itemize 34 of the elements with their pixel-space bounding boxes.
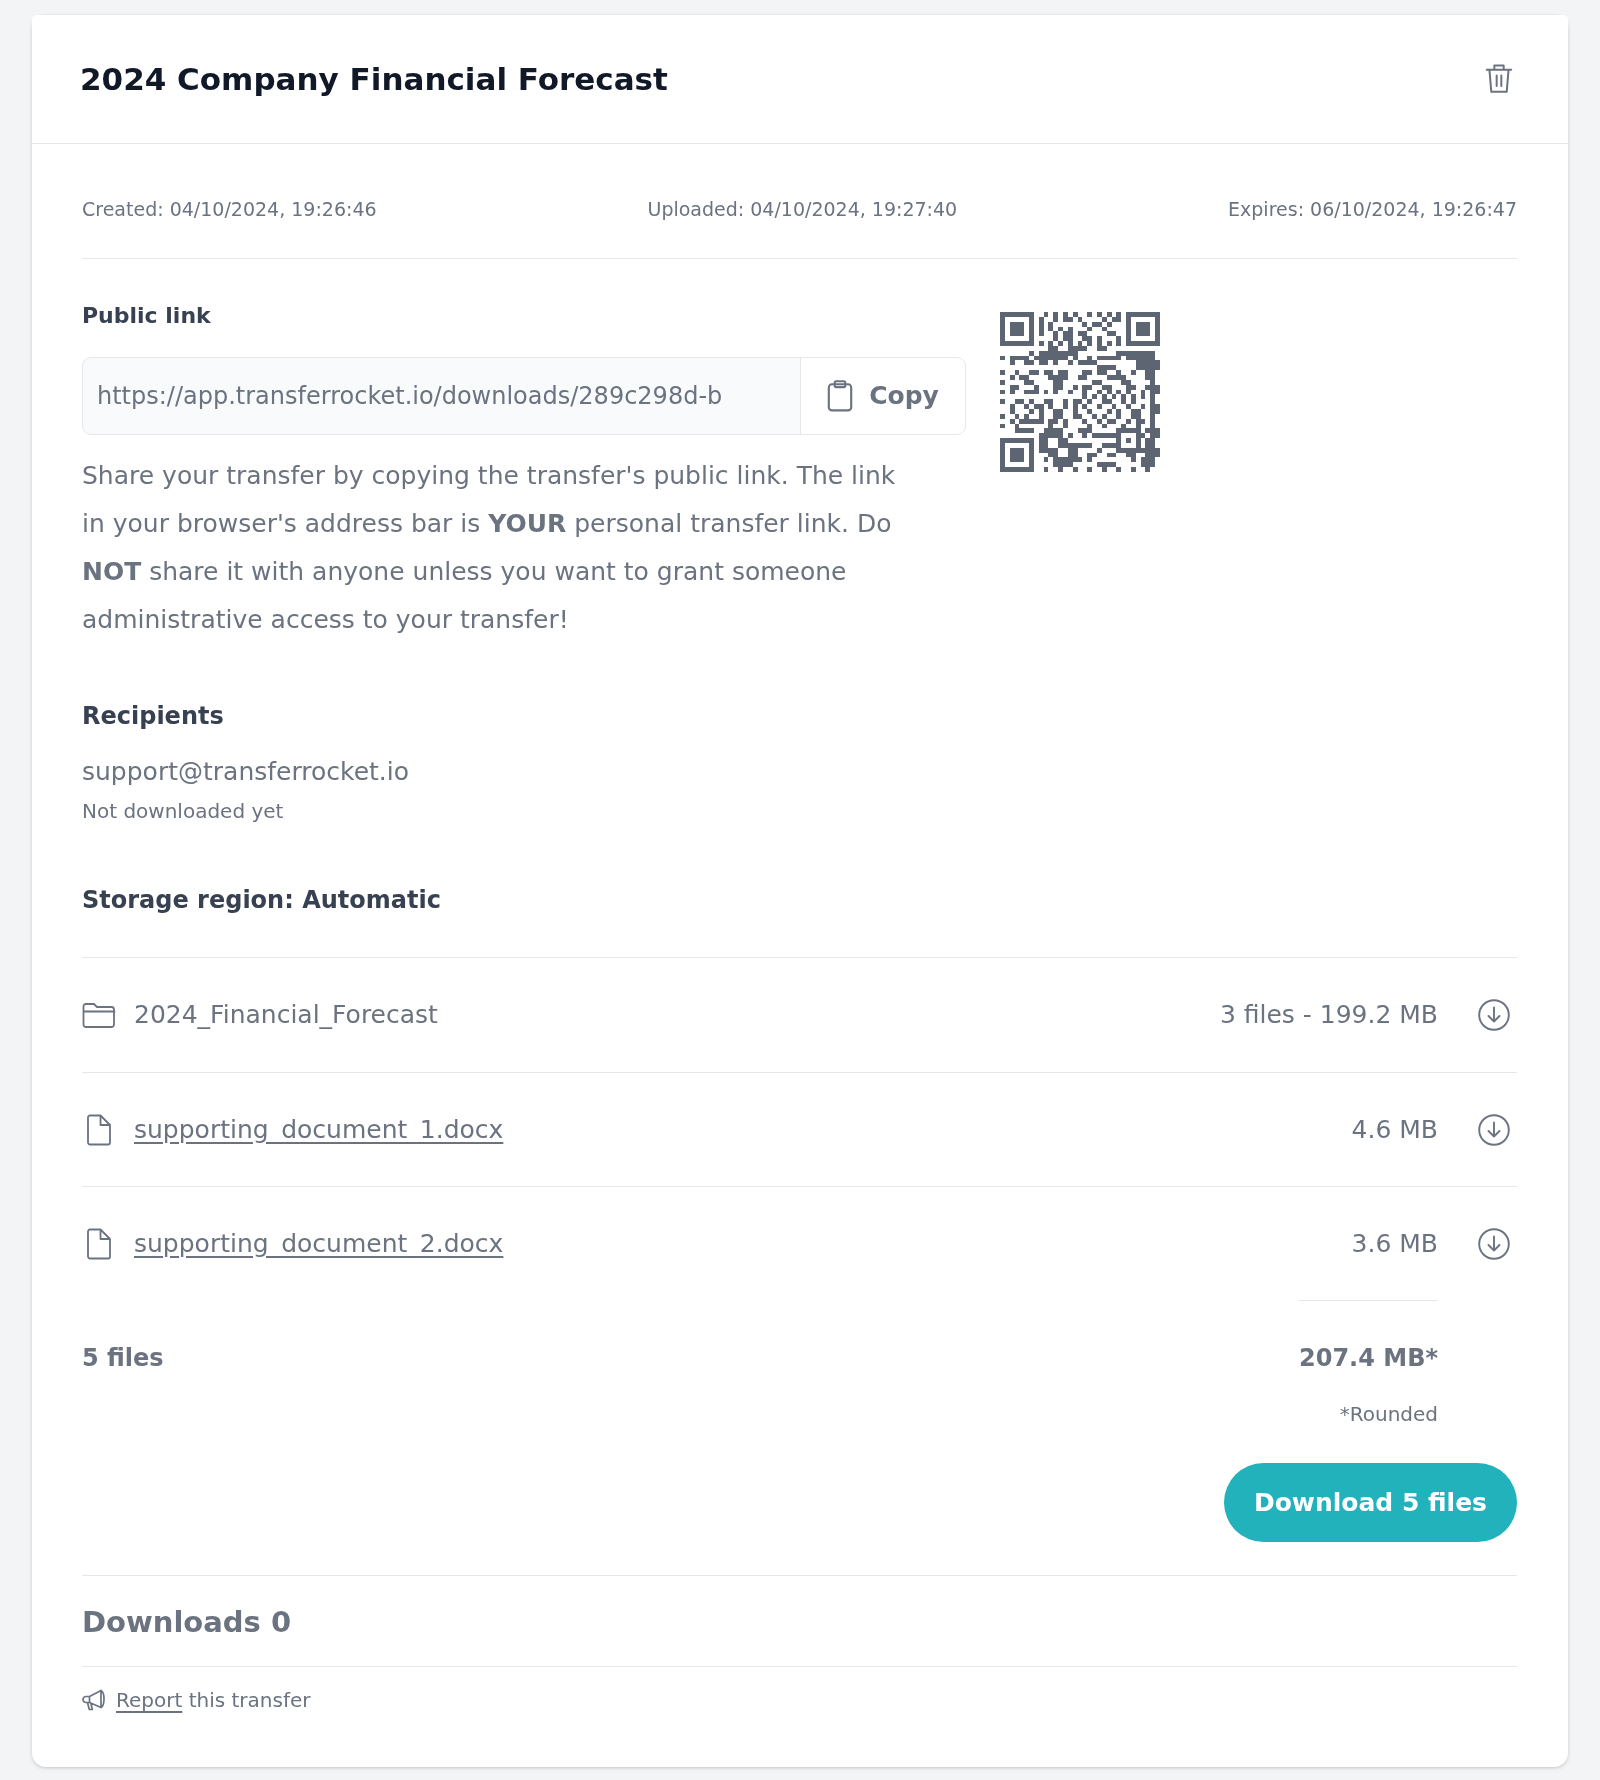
total-file-count: 5 files [82, 1343, 164, 1374]
timestamp-text: Created: 04/10/2024, 19:26:46 [82, 197, 377, 222]
download-icon[interactable] [1478, 1227, 1510, 1260]
file-link[interactable]: supporting_document_1.docx [134, 1110, 504, 1149]
report-link[interactable]: Report [116, 1688, 183, 1712]
download-icon[interactable] [1478, 999, 1510, 1031]
file-size: 3 files - 199.2 MB [1219, 999, 1438, 1032]
share-note: Share your transfer by copying the transfer's public link. The link in your browser's address bar is YOUR personal transfer link. Do NOT share it with anyone unless you want to grant someone administrative access to your transfer! [82, 460, 897, 636]
report-text: Report this transfer [116, 1687, 311, 1714]
file-icon [86, 1227, 112, 1260]
rounded-note: *Rounded [1338, 1401, 1438, 1428]
total-size: 207.4 MB* [1299, 1343, 1438, 1374]
timestamp-text: Expires: 06/10/2024, 19:26:47 [1228, 197, 1517, 222]
storage-region-text: Storage region: Automatic [82, 885, 442, 916]
file-icon [86, 1113, 112, 1146]
transfer-title: 2024 Company Financial Forecast [80, 60, 668, 99]
file-link[interactable]: supporting_document_2.docx [134, 1224, 504, 1263]
download-icon[interactable] [1478, 1113, 1510, 1146]
folder-name: 2024_Financial_Forecast [134, 999, 438, 1032]
folder-icon [82, 1001, 116, 1029]
trash-icon[interactable] [1485, 63, 1513, 95]
clipboard-icon [827, 380, 854, 412]
section-label: Public link [82, 302, 212, 330]
copy-button[interactable]: Copy [800, 357, 966, 435]
recipient-email: support@transferrocket.io [82, 756, 410, 788]
megaphone-icon [82, 1688, 106, 1712]
timestamp-text: Uploaded: 04/10/2024, 19:27:40 [647, 197, 958, 222]
public-link-field[interactable]: https://app.transferrocket.io/downloads/289c298d-b [82, 357, 801, 435]
recipient-status: Not downloaded yet [82, 798, 285, 825]
download-all-button[interactable]: Download 5 files [1223, 1463, 1517, 1542]
file-size: 4.6 MB [1351, 1113, 1438, 1146]
downloads-count: Downloads 0 [82, 1604, 293, 1641]
file-size: 3.6 MB [1351, 1227, 1438, 1260]
section-label: Recipients [82, 701, 225, 732]
